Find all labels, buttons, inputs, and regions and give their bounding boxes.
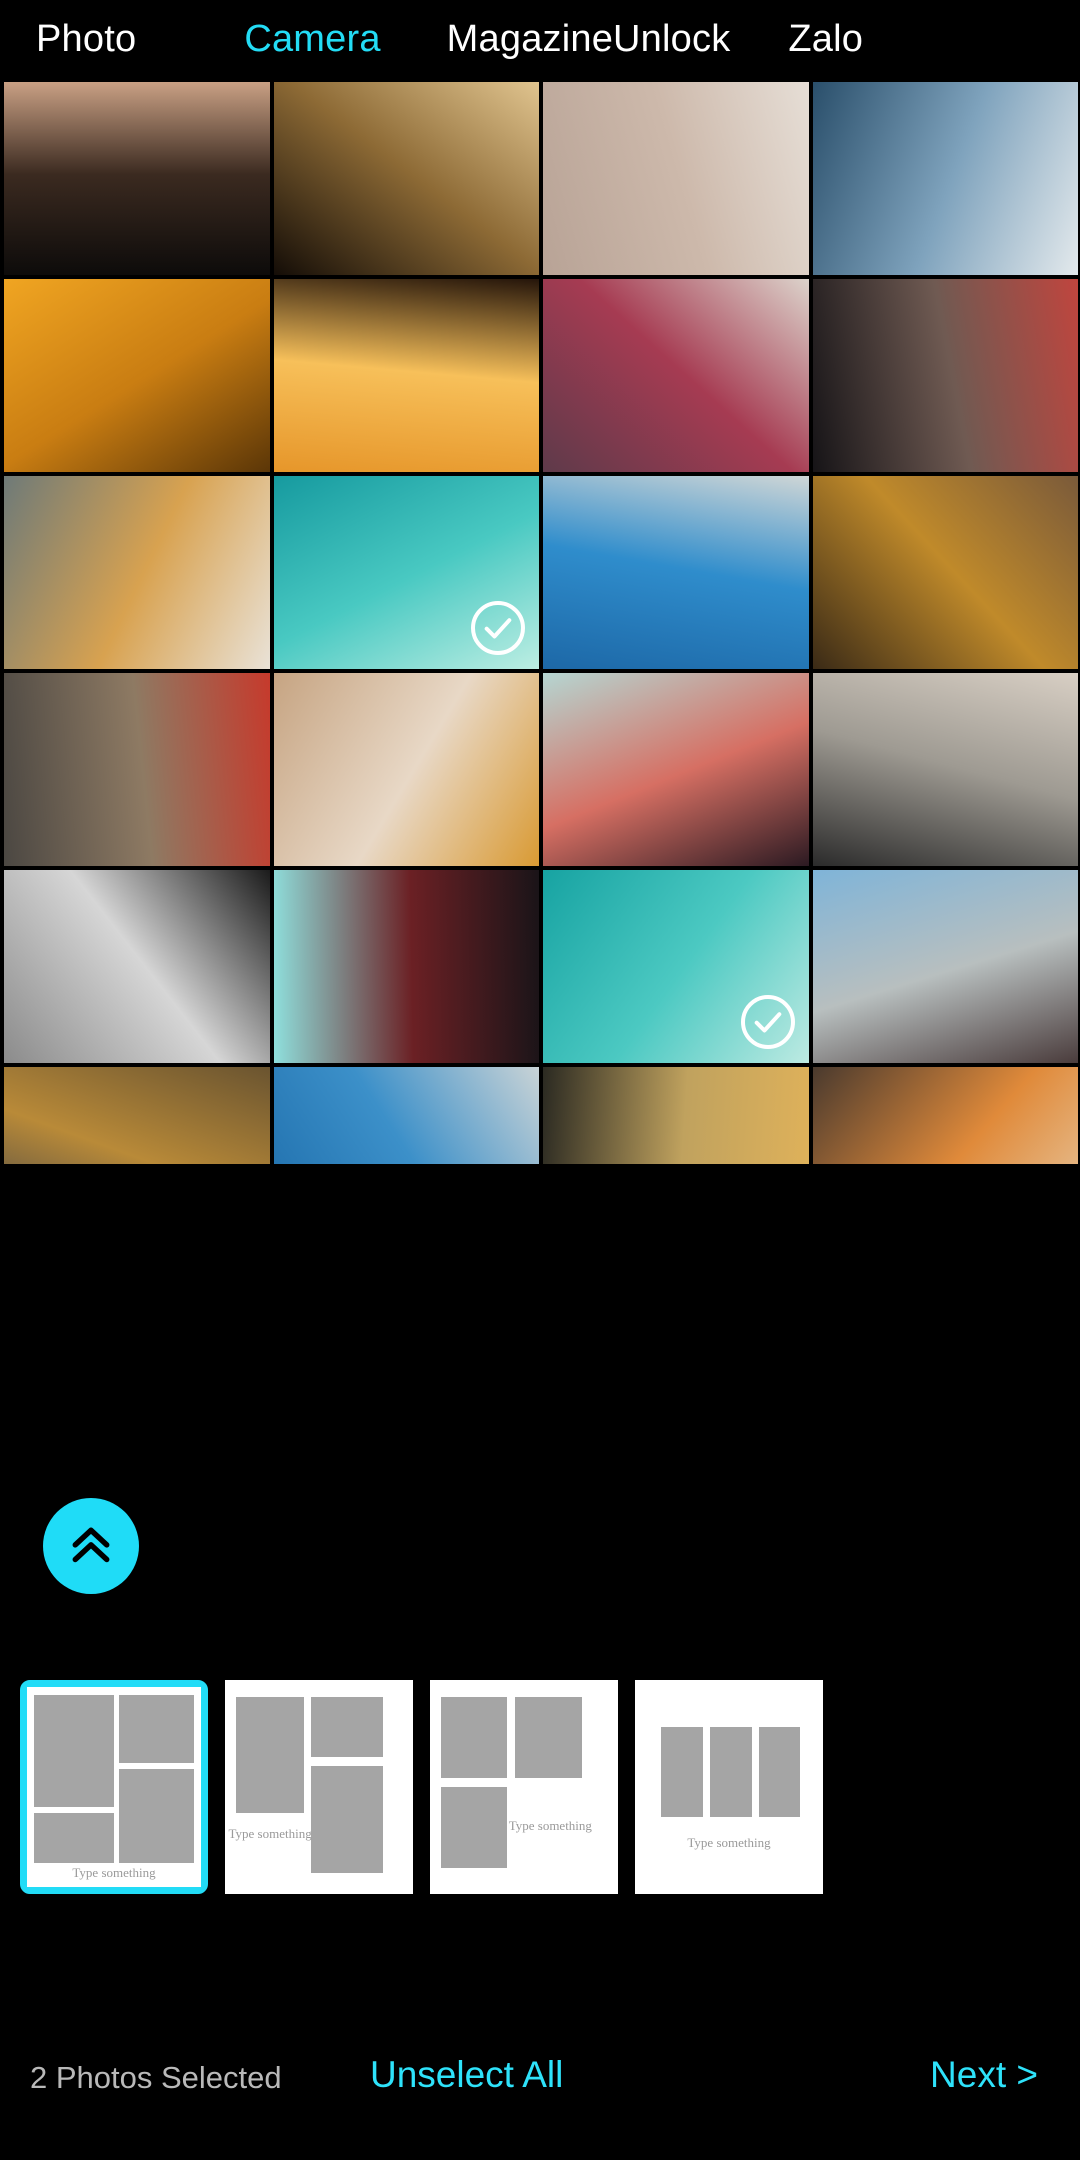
tab-zalo[interactable]: Zalo [788,18,863,61]
template-photo-slot [33,1813,114,1863]
photo-image [4,673,270,866]
photo-image [4,870,270,1063]
photo-thumbnail[interactable] [4,279,270,472]
photo-thumbnail[interactable] [543,1067,809,1164]
photo-image [812,673,1078,866]
template-photo-slot [119,1695,195,1763]
photo-image [812,870,1078,1063]
template-option[interactable]: Type something [225,1680,413,1894]
tab-camera[interactable]: Camera [244,18,380,61]
next-button[interactable]: Next > [930,2054,1038,2096]
template-photo-slot [236,1697,304,1813]
double-chevron-up-icon [72,1527,110,1563]
photo-thumbnail[interactable] [4,476,270,669]
photo-thumbnail[interactable] [812,82,1078,275]
template-photo-slot [441,1787,508,1869]
photo-grid[interactable] [0,78,1080,1164]
tab-photo[interactable]: Photo [36,18,136,61]
template-caption-placeholder: Type something [228,1826,312,1842]
photo-thumbnail[interactable] [273,279,539,472]
photo-thumbnail[interactable] [273,1067,539,1164]
photo-image [273,1067,539,1164]
photo-thumbnail[interactable] [812,673,1078,866]
photo-image [273,279,539,472]
template-photo-slot [119,1769,195,1863]
template-photo-slot [311,1765,383,1873]
photo-picker-screen: Photo Camera MagazineUnlock Zalo Type so… [0,0,1080,2160]
photo-thumbnail[interactable] [812,1067,1078,1164]
photo-thumbnail[interactable] [4,673,270,866]
template-photo-slot [514,1697,583,1779]
template-picker[interactable]: Type something Type something Type somethi… [0,1680,1080,1912]
template-photo-slot [311,1697,383,1758]
check-icon [754,1012,781,1033]
photo-thumbnail[interactable] [543,870,809,1063]
template-caption-placeholder: Type something [508,1817,592,1833]
photo-image [4,1067,270,1164]
photo-thumbnail[interactable] [543,673,809,866]
bottom-sheet: Type something Type something Type somethi… [0,1552,1080,2160]
photo-selected-check[interactable] [740,995,795,1049]
template-caption-placeholder: Type something [72,1865,156,1880]
template-option[interactable]: Type something [635,1680,823,1894]
photo-image [543,1067,809,1164]
tab-magazineunlock[interactable]: MagazineUnlock [447,18,731,61]
photo-thumbnail[interactable] [4,870,270,1063]
photo-image [812,279,1078,472]
template-option[interactable]: Type something [430,1680,618,1894]
top-tab-bar: Photo Camera MagazineUnlock Zalo [0,0,1080,78]
photo-image [273,82,539,275]
template-preview: Type something [225,1680,413,1894]
check-icon [484,618,512,639]
template-photo-slot [441,1697,508,1779]
template-photo-slot [33,1695,114,1807]
photo-image [273,673,539,866]
photo-thumbnail[interactable] [273,82,539,275]
photo-selected-check[interactable] [471,601,525,655]
unselect-all-button[interactable]: Unselect All [370,2054,563,2096]
photo-thumbnail[interactable] [273,673,539,866]
template-option[interactable]: Type something [20,1680,208,1894]
template-photo-slot [661,1727,703,1817]
photo-image [4,279,270,472]
photo-thumbnail[interactable] [4,82,270,275]
template-photo-slot [759,1727,801,1817]
template-preview: Type something [635,1680,823,1894]
photo-thumbnail[interactable] [273,476,539,669]
bottom-action-bar: 2 Photos Selected Unselect All Next > [0,2032,1080,2160]
template-photo-slot [710,1727,752,1817]
photo-image [4,82,270,275]
photo-image [543,476,809,669]
photo-image [273,870,539,1063]
photo-image [543,82,809,275]
selected-count-label: 2 Photos Selected [30,2060,282,2095]
photo-image [812,1067,1078,1164]
template-caption-placeholder: Type something [687,1834,771,1850]
photo-image [812,476,1078,669]
photo-thumbnail[interactable] [4,1067,270,1164]
photo-thumbnail[interactable] [543,476,809,669]
photo-thumbnail[interactable] [273,870,539,1063]
photo-thumbnail[interactable] [812,279,1078,472]
photo-thumbnail[interactable] [543,82,809,275]
photo-thumbnail[interactable] [543,279,809,472]
photo-thumbnail[interactable] [812,476,1078,669]
photo-image [812,82,1078,275]
photo-image [543,673,809,866]
photo-image [543,279,809,472]
photo-image [4,476,270,669]
photo-thumbnail[interactable] [812,870,1078,1063]
scroll-to-top-button[interactable] [43,1498,139,1594]
template-preview: Type something [27,1687,201,1887]
template-preview: Type something [430,1680,618,1894]
